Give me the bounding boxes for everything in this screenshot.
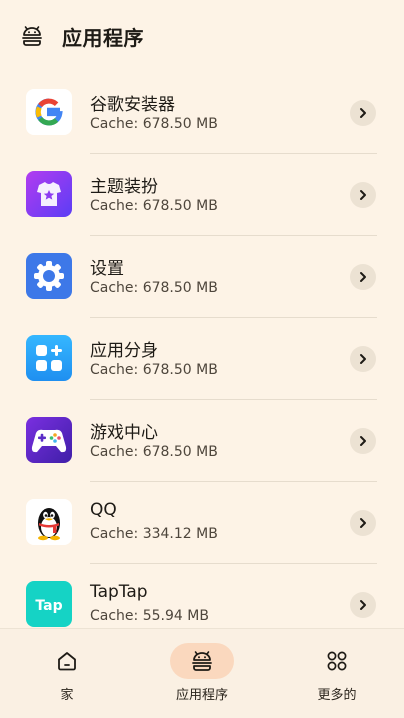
- list-item[interactable]: 设置 Cache: 678.50 MB: [0, 236, 404, 318]
- app-name: 游戏中心: [90, 423, 158, 443]
- list-item[interactable]: 游戏中心 Cache: 678.50 MB: [0, 400, 404, 482]
- gamepad-icon: [26, 417, 72, 463]
- list-item[interactable]: 主题装扮 Cache: 678.50 MB: [0, 154, 404, 236]
- chevron-right-icon[interactable]: [350, 182, 376, 208]
- app-name: 应用分身: [90, 341, 158, 361]
- app-name: 主题装扮: [90, 177, 158, 197]
- settings-gear-icon: [26, 253, 72, 299]
- app-cache-size: Cache: 678.50 MB: [90, 116, 218, 132]
- app-manager-screen: 应用程序 谷歌安装器 Cache: 678.50 MB 主题装扮 Cache: …: [0, 0, 404, 718]
- app-name: TapTap: [90, 582, 148, 602]
- taptap-logo-icon: Tap: [26, 581, 72, 627]
- app-clone-icon: [26, 335, 72, 381]
- nav-label-apps: 应用程序: [175, 688, 228, 703]
- more-circles-icon: [327, 651, 347, 671]
- top-app-bar: 应用程序: [0, 0, 404, 72]
- home-icon: [58, 652, 76, 671]
- nav-label-more: 更多的: [317, 688, 357, 703]
- svg-text:Tap: Tap: [35, 598, 62, 614]
- nav-label-home: 家: [60, 688, 74, 703]
- qq-penguin-icon: [26, 499, 72, 545]
- app-cache-size: Cache: 678.50 MB: [90, 198, 218, 214]
- list-item[interactable]: 应用分身 Cache: 678.50 MB: [0, 318, 404, 400]
- chevron-right-icon[interactable]: [350, 264, 376, 290]
- google-logo-icon: [26, 89, 72, 135]
- nav-item-more[interactable]: 更多的: [270, 629, 404, 718]
- nav-item-apps[interactable]: 应用程序: [135, 629, 269, 718]
- app-cache-size: Cache: 678.50 MB: [90, 362, 218, 378]
- app-name: QQ: [90, 500, 117, 520]
- app-cache-size: Cache: 55.94 MB: [90, 608, 209, 624]
- android-robot-icon: [192, 651, 212, 671]
- list-item[interactable]: 谷歌安装器 Cache: 678.50 MB: [0, 72, 404, 154]
- chevron-right-icon[interactable]: [350, 592, 376, 618]
- app-cache-size: Cache: 678.50 MB: [90, 444, 218, 460]
- app-name: 谷歌安装器: [90, 95, 175, 115]
- page-title: 应用程序: [62, 26, 144, 50]
- app-list: 谷歌安装器 Cache: 678.50 MB 主题装扮 Cache: 678.5…: [0, 72, 404, 628]
- chevron-right-icon[interactable]: [350, 346, 376, 372]
- list-item[interactable]: Tap TapTap Cache: 55.94 MB: [0, 564, 404, 628]
- chevron-right-icon[interactable]: [350, 510, 376, 536]
- theme-shirt-icon: [26, 171, 72, 217]
- app-name: 设置: [90, 259, 124, 279]
- app-cache-size: Cache: 334.12 MB: [90, 526, 218, 542]
- nav-item-home[interactable]: 家: [0, 629, 134, 718]
- app-cache-size: Cache: 678.50 MB: [90, 280, 218, 296]
- bottom-navigation: 家 应用程序 更多的: [0, 628, 404, 718]
- chevron-right-icon[interactable]: [350, 100, 376, 126]
- android-robot-icon: [20, 24, 44, 48]
- chevron-right-icon[interactable]: [350, 428, 376, 454]
- list-item[interactable]: QQ Cache: 334.12 MB: [0, 482, 404, 564]
